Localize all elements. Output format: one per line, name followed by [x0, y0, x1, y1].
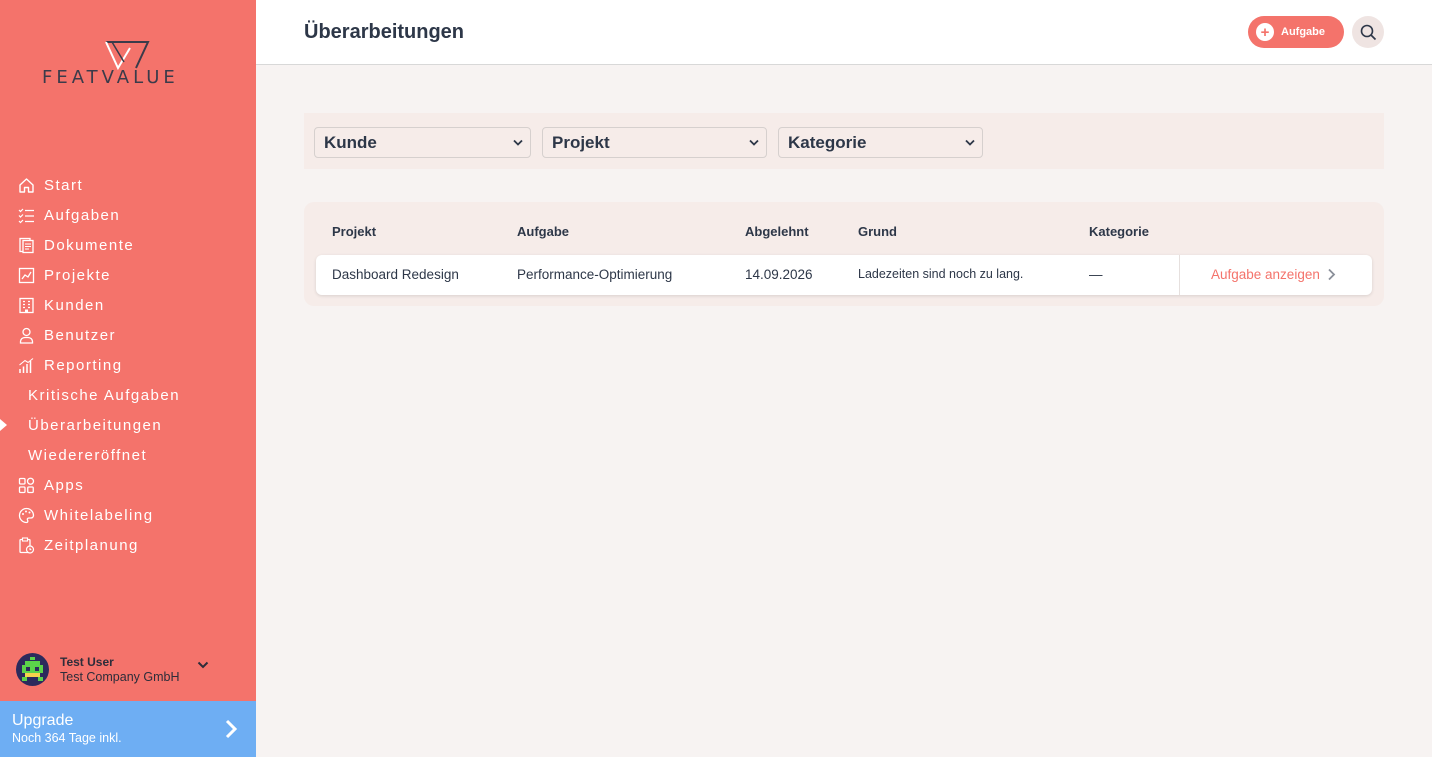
- sidebar-item-label: Wiedereröffnet: [28, 446, 148, 464]
- cell-projekt: Dashboard Redesign: [332, 267, 459, 282]
- brand-logo[interactable]: FEATVALUE: [42, 40, 214, 90]
- brand-name: FEATVALUE: [42, 67, 179, 88]
- sidebar-item-benutzer[interactable]: Benutzer: [0, 320, 256, 350]
- plus-icon: +: [1256, 23, 1274, 41]
- pixel-avatar-icon: [22, 656, 43, 681]
- sidebar-item-projekte[interactable]: Projekte: [0, 260, 256, 290]
- chevron-right-icon: [225, 719, 238, 739]
- top-header: Überarbeitungen + Aufgabe: [256, 0, 1432, 65]
- sidebar-item-label: Projekte: [44, 266, 112, 284]
- sidebar-item-label: Start: [44, 176, 84, 194]
- search-icon: [1360, 24, 1376, 40]
- sidebar-item-aufgaben[interactable]: Aufgaben: [0, 200, 256, 230]
- user-icon: [17, 326, 35, 344]
- column-header-kategorie[interactable]: Kategorie: [1089, 224, 1149, 239]
- chevron-down-icon: [965, 139, 975, 146]
- add-task-label: Aufgabe: [1281, 26, 1325, 38]
- sidebar-item-label: Benutzer: [44, 326, 117, 344]
- sidebar-item-label: Kritische Aufgaben: [28, 386, 181, 404]
- chart-icon: [17, 356, 35, 374]
- logo-mark-icon: [105, 41, 150, 70]
- sidebar-item-wiedereroeffnet[interactable]: Wiedereröffnet: [0, 440, 256, 470]
- schedule-icon: [17, 536, 35, 554]
- sidebar-item-ueberarbeitungen[interactable]: Überarbeitungen: [0, 410, 256, 440]
- chevron-down-icon: [197, 661, 209, 669]
- sidebar-item-label: Zeitplanung: [44, 536, 139, 554]
- page-title: Überarbeitungen: [304, 21, 465, 43]
- add-task-button[interactable]: + Aufgabe: [1248, 16, 1344, 48]
- sidebar-item-start[interactable]: Start: [0, 170, 256, 200]
- user-company: Test Company GmbH: [60, 669, 180, 684]
- project-filter-select[interactable]: Projekt: [542, 127, 767, 158]
- chevron-down-icon: [513, 139, 523, 146]
- building-icon: [17, 296, 35, 314]
- cell-grund: Ladezeiten sind noch zu lang.: [858, 267, 1024, 281]
- column-header-abgelehnt[interactable]: Abgelehnt: [745, 224, 809, 239]
- table-row[interactable]: Dashboard Redesign Performance-Optimieru…: [316, 255, 1372, 295]
- chevron-down-icon: [749, 139, 759, 146]
- cell-abgelehnt: 14.09.2026: [745, 267, 813, 282]
- upgrade-banner[interactable]: Upgrade Noch 364 Tage inkl.: [0, 701, 256, 757]
- avatar: [16, 652, 49, 686]
- select-label: Kunde: [324, 132, 377, 152]
- search-button[interactable]: [1352, 16, 1384, 48]
- upgrade-title: Upgrade: [12, 712, 74, 729]
- sidebar-item-reporting[interactable]: Reporting: [0, 350, 256, 380]
- sidebar-item-label: Dokumente: [44, 236, 135, 254]
- user-name: Test User: [60, 654, 114, 669]
- cell-aufgabe: Performance-Optimierung: [517, 267, 673, 282]
- user-menu[interactable]: Test User Test Company GmbH: [16, 652, 246, 686]
- sidebar-item-zeitplanung[interactable]: Zeitplanung: [0, 530, 256, 560]
- sidebar-item-label: Kunden: [44, 296, 105, 314]
- sidebar-nav: Start Aufgaben Dokumente Projekte Kunden: [0, 170, 256, 560]
- category-filter-select[interactable]: Kategorie: [778, 127, 983, 158]
- sidebar-item-kunden[interactable]: Kunden: [0, 290, 256, 320]
- sidebar-item-label: Aufgaben: [44, 206, 121, 224]
- sidebar-item-label: Überarbeitungen: [28, 416, 163, 434]
- sidebar-item-kritische-aufgaben[interactable]: Kritische Aufgaben: [0, 380, 256, 410]
- sidebar-item-label: Whitelabeling: [44, 506, 154, 524]
- sidebar-item-dokumente[interactable]: Dokumente: [0, 230, 256, 260]
- sidebar-item-label: Apps: [44, 476, 85, 494]
- projects-icon: [17, 266, 35, 284]
- select-label: Projekt: [552, 132, 610, 152]
- select-label: Kategorie: [788, 132, 867, 152]
- sidebar-item-apps[interactable]: Apps: [0, 470, 256, 500]
- upgrade-subtitle: Noch 364 Tage inkl.: [12, 731, 122, 745]
- view-task-label: Aufgabe anzeigen: [1211, 267, 1320, 282]
- column-header-projekt[interactable]: Projekt: [332, 224, 376, 239]
- documents-icon: [17, 236, 35, 254]
- palette-icon: [17, 506, 35, 524]
- home-icon: [17, 176, 35, 194]
- sidebar: FEATVALUE Start Aufgaben Dokumente Proje…: [0, 0, 256, 757]
- view-task-link[interactable]: Aufgabe anzeigen: [1211, 267, 1336, 282]
- cell-kategorie: —: [1089, 267, 1103, 282]
- row-divider: [1179, 255, 1180, 295]
- column-header-grund[interactable]: Grund: [858, 224, 897, 239]
- sidebar-item-label: Reporting: [44, 356, 123, 374]
- column-header-aufgabe[interactable]: Aufgabe: [517, 224, 569, 239]
- revisions-table: Projekt Aufgabe Abgelehnt Grund Kategori…: [304, 202, 1384, 306]
- sidebar-item-whitelabeling[interactable]: Whitelabeling: [0, 500, 256, 530]
- apps-icon: [17, 476, 35, 494]
- customer-filter-select[interactable]: Kunde: [314, 127, 531, 158]
- filter-bar: Kunde Projekt Kategorie: [304, 113, 1384, 169]
- tasks-icon: [17, 206, 35, 224]
- chevron-right-icon: [1328, 268, 1336, 281]
